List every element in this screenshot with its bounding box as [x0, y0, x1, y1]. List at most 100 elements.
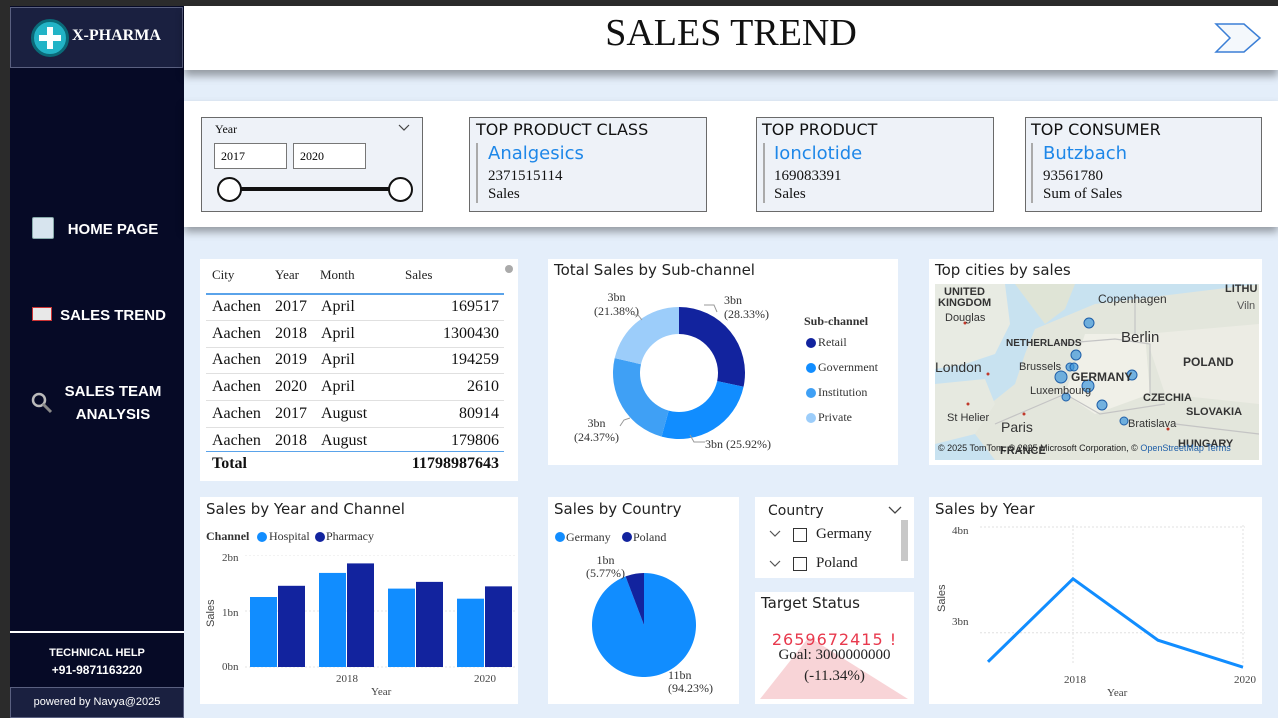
kpi-measure: Sales: [488, 186, 520, 202]
kpi-measure: Sum of Sales: [1043, 186, 1123, 202]
kpi-title: TOP PRODUCT: [762, 120, 878, 139]
pie-label-pct: (5.77%): [586, 566, 625, 580]
legend-germany: Germany: [566, 530, 611, 544]
map-label: St Helier: [947, 412, 990, 424]
map-attribution: © 2025 TomTom, © 2025 Microsoft Corporat…: [938, 443, 1231, 453]
sidebar-item-sales-team[interactable]: SALES TEAM ANALYSIS: [56, 380, 170, 426]
slicer-scrollbar[interactable]: [901, 520, 908, 561]
bar-hospital-2017[interactable]: [250, 597, 277, 667]
kpi-divider: [476, 143, 478, 203]
powered-by: powered by Navya@2025: [10, 687, 184, 718]
total-value: 11798987643: [411, 455, 499, 472]
cell-year: 2017: [275, 298, 307, 315]
x-tick-label: 2020: [474, 673, 496, 685]
terms-link[interactable]: Terms: [1206, 443, 1231, 453]
country-slicer-title: Country: [768, 503, 824, 519]
map-label: GERMANY: [1071, 370, 1133, 384]
pie-label-pct: (94.23%): [668, 681, 713, 695]
cell-city: Aachen: [212, 405, 261, 422]
total-label: Total: [212, 455, 247, 472]
cell-year: 2018: [275, 432, 307, 449]
kpi-value: 93561780: [1043, 168, 1103, 184]
row-divider: [206, 347, 504, 348]
kpi-divider: [1031, 143, 1033, 203]
row-divider: [206, 373, 504, 374]
legend-pharmacy: Pharmacy: [326, 529, 374, 543]
magnifier-icon[interactable]: [30, 391, 54, 415]
column-header-month[interactable]: Month: [320, 267, 355, 283]
year-slider-track[interactable]: [229, 187, 401, 191]
sales-line[interactable]: [986, 576, 1244, 669]
checkbox-germany[interactable]: [793, 528, 807, 542]
map-label: Copenhagen: [1098, 292, 1167, 306]
legend-private: Private: [818, 410, 852, 424]
bar-pharmacy-2018[interactable]: [347, 563, 374, 667]
target-goal: Goal: 3000000000: [778, 647, 891, 663]
year-slicer-label: Year: [215, 122, 238, 136]
x-axis-label: Year: [371, 686, 392, 698]
kpi-value: 169083391: [774, 168, 842, 184]
target-title: Target Status: [761, 594, 860, 612]
column-header-sales[interactable]: Sales: [405, 267, 432, 283]
map-label: Brussels: [1019, 361, 1062, 373]
y-tick-label: 1bn: [222, 607, 239, 619]
bar-pharmacy-2020[interactable]: [485, 586, 512, 667]
legend-dot-retail: [806, 338, 816, 348]
year-from-input[interactable]: 2017: [214, 143, 287, 169]
row-divider: [206, 320, 504, 321]
cell-year: 2020: [275, 378, 307, 395]
expand-chevron-icon[interactable]: [769, 560, 781, 568]
help-phone: +91-9871163220: [51, 663, 143, 677]
osm-link[interactable]: OpenStreetMap: [1140, 443, 1204, 453]
donut-title: Total Sales by Sub-channel: [554, 261, 755, 279]
logo-cross-icon-bar: [39, 35, 61, 41]
cell-city: Aachen: [212, 432, 261, 449]
cell-city: Aachen: [212, 325, 261, 342]
chart-icon[interactable]: [32, 307, 52, 321]
column-header-city[interactable]: City: [212, 267, 234, 283]
y-axis-label: Sales: [205, 599, 217, 627]
option-germany[interactable]: Germany: [816, 526, 872, 543]
year-to-input[interactable]: 2020: [293, 143, 366, 169]
map-label: SLOVAKIA: [1186, 406, 1243, 418]
line-chart-title: Sales by Year: [935, 500, 1035, 518]
cell-month: April: [321, 378, 355, 395]
help-title: TECHNICAL HELP: [49, 647, 145, 659]
year-slider-handle-start[interactable]: [217, 177, 242, 202]
map-label: Bratislava: [1128, 418, 1177, 430]
year-slider-handle-end[interactable]: [388, 177, 413, 202]
map-label: Viln: [1237, 300, 1256, 312]
chevron-down-icon[interactable]: [398, 123, 410, 133]
chevron-down-icon[interactable]: [888, 505, 902, 515]
sidebar-item-home[interactable]: HOME PAGE: [56, 218, 170, 241]
legend-retail: Retail: [818, 335, 847, 349]
column-header-year[interactable]: Year: [275, 267, 299, 283]
logo-text: X-PHARMA: [72, 27, 161, 44]
pie-title: Sales by Country: [554, 500, 682, 518]
legend-dot-government: [806, 363, 816, 373]
kpi-name: Ionclotide: [774, 143, 863, 164]
next-page-arrow-icon[interactable]: [1214, 22, 1262, 54]
bar-pharmacy-2019[interactable]: [416, 581, 443, 667]
bar-hospital-2020[interactable]: [457, 598, 484, 667]
cell-sales: 1300430: [443, 325, 499, 342]
cell-city: Aachen: [212, 378, 261, 395]
bar-chart-title: Sales by Year and Channel: [206, 500, 405, 518]
bar-hospital-2019[interactable]: [388, 588, 415, 667]
cell-sales: 169517: [451, 298, 499, 315]
bar-pharmacy-2017[interactable]: [278, 585, 305, 667]
checkbox-poland[interactable]: [793, 557, 807, 571]
scroll-indicator[interactable]: [505, 265, 513, 273]
bar-hospital-2018[interactable]: [319, 572, 346, 667]
donut-leader-lines: [619, 304, 718, 443]
expand-chevron-icon[interactable]: [769, 530, 781, 538]
cell-month: April: [321, 325, 355, 342]
x-tick-label: 2018: [336, 673, 358, 685]
sidebar-item-sales-trend[interactable]: SALES TREND: [56, 304, 170, 327]
x-axis-label: Year: [1107, 687, 1128, 699]
home-icon[interactable]: [32, 217, 54, 239]
x-tick-label: 2018: [1064, 674, 1086, 686]
kpi-name: Butzbach: [1043, 143, 1128, 164]
option-poland[interactable]: Poland: [816, 555, 858, 572]
map-label: KINGDOM: [938, 297, 992, 309]
